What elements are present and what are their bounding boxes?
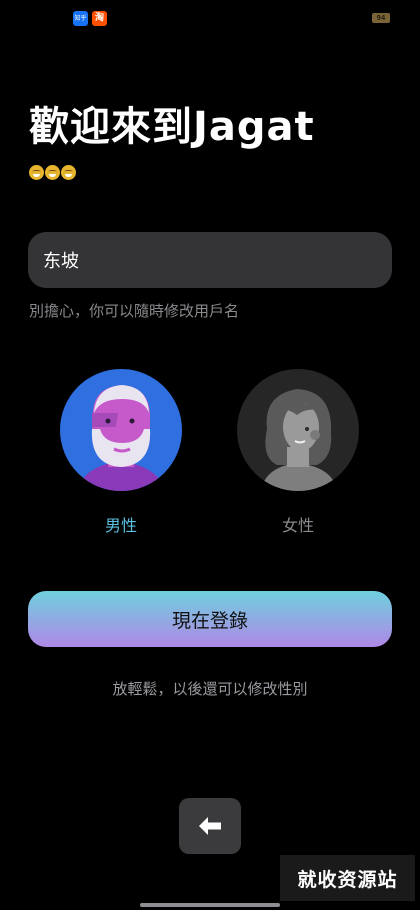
gender-option-male[interactable]: 男性 [60, 369, 182, 536]
username-input[interactable] [43, 249, 377, 271]
gender-option-female[interactable]: 女性 [237, 369, 359, 536]
male-avatar [60, 369, 182, 491]
page-title: 歡迎來到Jagat [29, 104, 315, 150]
taobao-app-icon: 淘 [92, 11, 107, 26]
gender-change-note: 放輕鬆，以後還可以修改性別 [112, 680, 308, 698]
watermark: 就收资源站 [280, 855, 415, 901]
grinning-face-icon [61, 165, 76, 180]
home-indicator[interactable] [140, 903, 280, 907]
username-hint: 別擔心，你可以隨時修改用戶名 [29, 302, 240, 320]
battery-icon: 94 [372, 13, 390, 23]
arrow-left-icon [199, 817, 221, 835]
male-avatar-icon [60, 369, 182, 491]
female-avatar [237, 369, 359, 491]
back-button[interactable] [179, 798, 241, 854]
grinning-face-icon [29, 165, 44, 180]
gender-label-male: 男性 [104, 516, 137, 535]
login-button[interactable]: 現在登錄 [28, 591, 392, 647]
zhihu-app-icon: 知乎 [73, 11, 88, 26]
username-field[interactable] [28, 232, 392, 288]
gender-label-female: 女性 [281, 516, 314, 535]
grinning-face-icon [45, 165, 60, 180]
emoji-row [29, 165, 76, 180]
female-avatar-icon [237, 369, 359, 491]
status-bar: 知乎 淘 94 [0, 0, 420, 36]
